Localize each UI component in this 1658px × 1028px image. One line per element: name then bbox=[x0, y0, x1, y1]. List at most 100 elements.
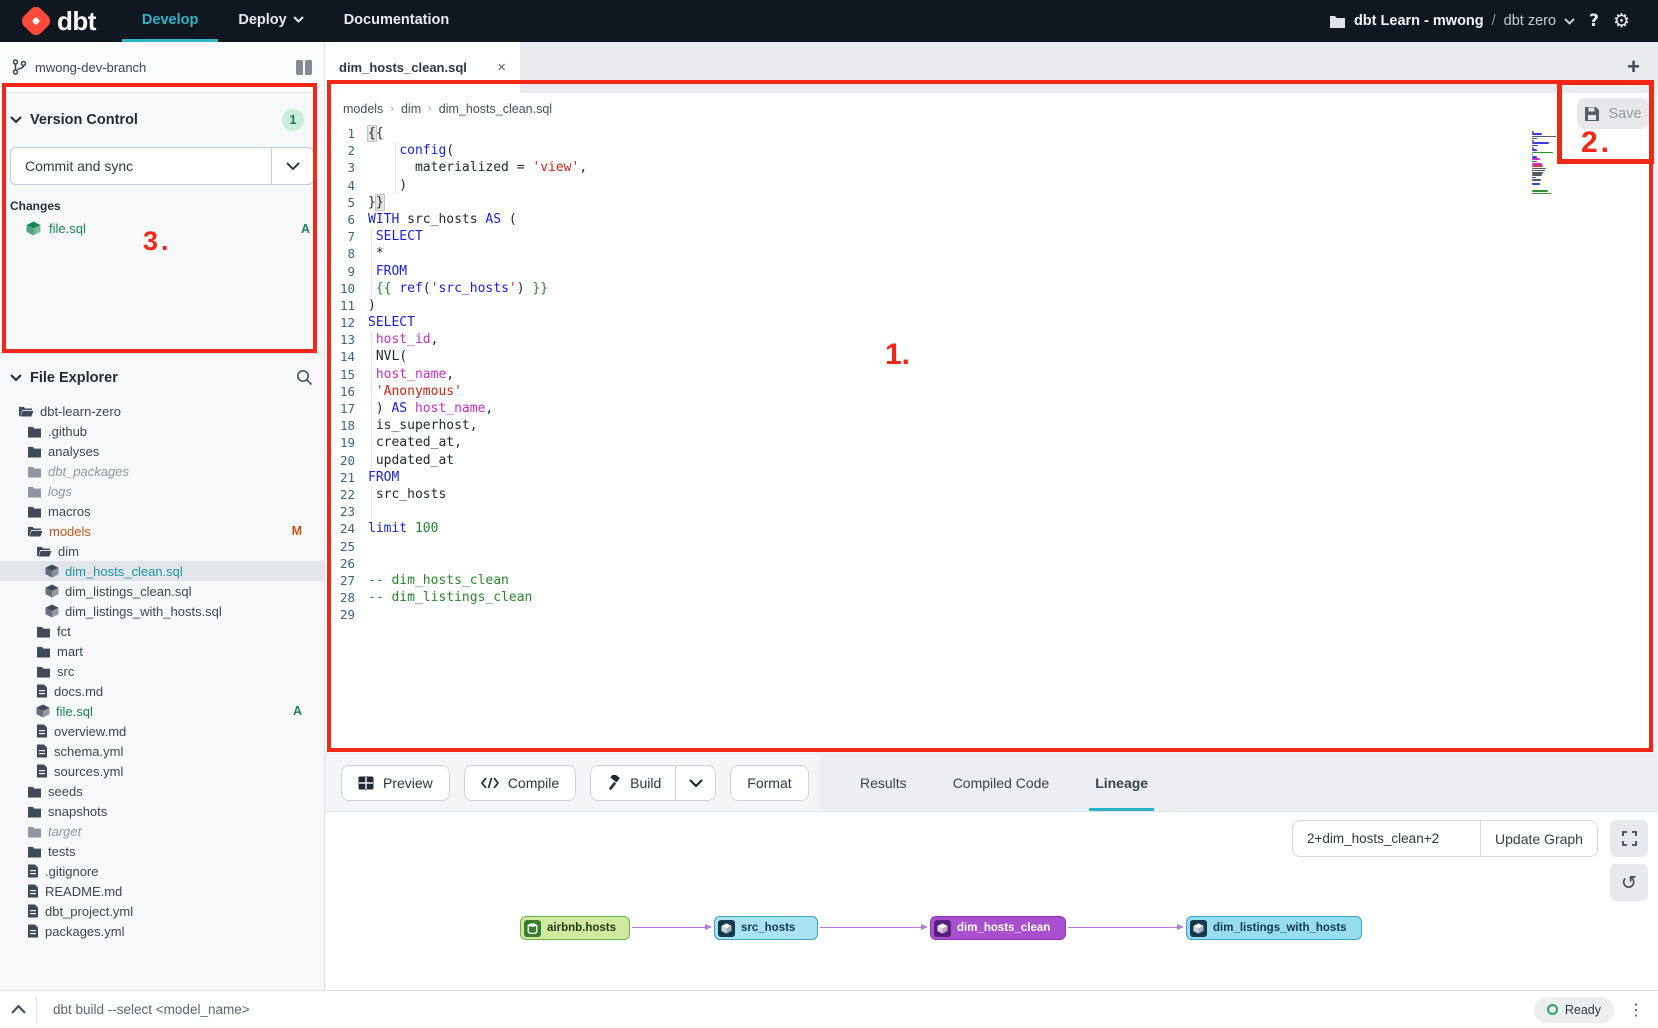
format-button[interactable]: Format bbox=[730, 765, 808, 801]
code-line[interactable]: 10 {{ ref('src_hosts') }} bbox=[325, 280, 587, 297]
reset-view-button[interactable]: ↺ bbox=[1610, 864, 1648, 901]
tree-item-logs[interactable]: logs bbox=[0, 481, 324, 501]
tab-compiled-code[interactable]: Compiled Code bbox=[953, 755, 1050, 811]
breadcrumb-item[interactable]: models bbox=[343, 102, 383, 116]
version-control-header[interactable]: Version Control 1 bbox=[0, 93, 324, 141]
tree-item-overview-md[interactable]: overview.md bbox=[0, 721, 324, 741]
update-graph-button[interactable]: Update Graph bbox=[1480, 820, 1598, 857]
code-line[interactable]: 27-- dim_hosts_clean bbox=[325, 572, 587, 589]
tree-item-dbt-project-yml[interactable]: dbt_project.yml bbox=[0, 901, 324, 921]
compile-button-label: Compile bbox=[508, 775, 559, 791]
code-line[interactable]: 12SELECT bbox=[325, 314, 587, 331]
code-editor[interactable]: 1{{2 config(3 materialized = 'view',4 )5… bbox=[325, 125, 587, 623]
code-line[interactable]: 18 is_superhost, bbox=[325, 417, 587, 434]
commit-options-caret[interactable] bbox=[271, 148, 313, 184]
code-line[interactable]: 3 materialized = 'view', bbox=[325, 159, 587, 176]
nav-documentation[interactable]: Documentation bbox=[324, 0, 470, 42]
code-line[interactable]: 6WITH src_hosts AS ( bbox=[325, 211, 587, 228]
compile-button[interactable]: Compile bbox=[464, 765, 576, 801]
tree-item-macros[interactable]: macros bbox=[0, 501, 324, 521]
code-line[interactable]: 15 host_name, bbox=[325, 366, 587, 383]
code-line[interactable]: 28-- dim_listings_clean bbox=[325, 589, 587, 606]
code-line[interactable]: 25 bbox=[325, 538, 587, 555]
file-explorer-header[interactable]: File Explorer bbox=[0, 355, 325, 394]
lineage-node-dim-listings-with-hosts[interactable]: dim_listings_with_hosts bbox=[1186, 916, 1362, 940]
tree-item-seeds[interactable]: seeds bbox=[0, 781, 324, 801]
settings-gear-button[interactable]: ⚙ bbox=[1613, 10, 1630, 32]
search-icon[interactable] bbox=[296, 369, 313, 386]
code-line[interactable]: 22 src_hosts bbox=[325, 486, 587, 503]
code-line[interactable]: 5}} bbox=[325, 194, 587, 211]
tree-item-docs-md[interactable]: docs.md bbox=[0, 681, 324, 701]
lineage-filter-input[interactable] bbox=[1292, 820, 1480, 857]
code-line[interactable]: 8 * bbox=[325, 245, 587, 262]
code-line[interactable]: 13 host_id, bbox=[325, 331, 587, 348]
tree-item-snapshots[interactable]: snapshots bbox=[0, 801, 324, 821]
code-line[interactable]: 1{{ bbox=[325, 125, 587, 142]
code-line[interactable]: 11) bbox=[325, 297, 587, 314]
code-line[interactable]: 21FROM bbox=[325, 469, 587, 486]
code-line[interactable]: 2 config( bbox=[325, 142, 587, 159]
nav-deploy[interactable]: Deploy bbox=[218, 0, 323, 42]
save-button[interactable]: Save bbox=[1577, 98, 1649, 129]
tree-item-sources-yml[interactable]: sources.yml bbox=[0, 761, 324, 781]
collapse-panel-button[interactable] bbox=[0, 1005, 36, 1014]
dbt-logo[interactable]: dbt bbox=[0, 0, 122, 42]
tree-item-tests[interactable]: tests bbox=[0, 841, 324, 861]
code-line[interactable]: 20 updated_at bbox=[325, 452, 587, 469]
tree-item--github[interactable]: .github bbox=[0, 421, 324, 441]
help-button[interactable]: ? bbox=[1589, 11, 1599, 31]
tab-lineage[interactable]: Lineage bbox=[1095, 755, 1148, 811]
lineage-node-src-hosts[interactable]: src_hosts bbox=[714, 916, 818, 940]
breadcrumb-item[interactable]: dim_hosts_clean.sql bbox=[439, 102, 552, 116]
nav-develop[interactable]: Develop bbox=[122, 0, 218, 42]
editor-minimap[interactable] bbox=[1532, 131, 1558, 197]
tab-dim-hosts-clean[interactable]: dim_hosts_clean.sql × bbox=[325, 42, 520, 93]
lineage-node-airbnb-hosts[interactable]: airbnb.hosts bbox=[520, 916, 630, 940]
new-tab-button[interactable]: + bbox=[1627, 54, 1640, 80]
breadcrumb-item[interactable]: dim bbox=[401, 102, 421, 116]
build-options-caret[interactable] bbox=[675, 766, 715, 800]
tree-item-schema-yml[interactable]: schema.yml bbox=[0, 741, 324, 761]
command-input[interactable]: dbt build --select <model_name> bbox=[53, 1002, 1534, 1017]
code-line[interactable]: 29 bbox=[325, 606, 587, 623]
build-button[interactable]: Build bbox=[591, 766, 675, 800]
tree-item-file-sql[interactable]: file.sqlA bbox=[0, 701, 324, 721]
commit-and-sync-button[interactable]: Commit and sync bbox=[10, 147, 314, 185]
split-view-icon[interactable] bbox=[296, 60, 312, 75]
code-line[interactable]: 4 ) bbox=[325, 177, 587, 194]
project-switcher[interactable]: dbt Learn - mwong / dbt zero bbox=[1329, 13, 1575, 29]
tree-item-dim-listings-clean-sql[interactable]: dim_listings_clean.sql bbox=[0, 581, 324, 601]
code-line[interactable]: 17 ) AS host_name, bbox=[325, 400, 587, 417]
code-line[interactable]: 19 created_at, bbox=[325, 434, 587, 451]
code-line[interactable]: 9 FROM bbox=[325, 263, 587, 280]
tree-item-dim-listings-with-hosts-sql[interactable]: dim_listings_with_hosts.sql bbox=[0, 601, 324, 621]
code-line[interactable]: 24limit 100 bbox=[325, 520, 587, 537]
lineage-node-dim-hosts-clean[interactable]: dim_hosts_clean bbox=[930, 916, 1066, 940]
code-line[interactable]: 26 bbox=[325, 555, 587, 572]
changed-file-row[interactable]: file.sql A bbox=[0, 217, 324, 240]
code-line[interactable]: 23 bbox=[325, 503, 587, 520]
preview-button[interactable]: Preview bbox=[341, 765, 450, 801]
code-line[interactable]: 14 NVL( bbox=[325, 348, 587, 365]
kebab-menu-icon[interactable]: ⋮ bbox=[1628, 1000, 1644, 1020]
tree-item-models[interactable]: modelsM bbox=[0, 521, 324, 541]
tree-item-packages-yml[interactable]: packages.yml bbox=[0, 921, 324, 941]
tree-item-target[interactable]: target bbox=[0, 821, 324, 841]
code-line[interactable]: 16 'Anonymous' bbox=[325, 383, 587, 400]
tree-item-dim[interactable]: dim bbox=[0, 541, 324, 561]
close-icon[interactable]: × bbox=[497, 59, 506, 76]
code-line[interactable]: 7 SELECT bbox=[325, 228, 587, 245]
tree-item-fct[interactable]: fct bbox=[0, 621, 324, 641]
lineage-canvas[interactable]: Update Graph ↺ airbnb.hosts src_hosts dim_… bbox=[325, 812, 1658, 990]
tree-item--gitignore[interactable]: .gitignore bbox=[0, 861, 324, 881]
tree-item-mart[interactable]: mart bbox=[0, 641, 324, 661]
tree-item-dbt-learn-zero[interactable]: dbt-learn-zero bbox=[0, 401, 324, 421]
tree-item-dbt-packages[interactable]: dbt_packages bbox=[0, 461, 324, 481]
tab-results[interactable]: Results bbox=[860, 755, 907, 811]
fullscreen-button[interactable] bbox=[1610, 820, 1648, 857]
tree-item-dim-hosts-clean-sql[interactable]: dim_hosts_clean.sql bbox=[0, 561, 324, 581]
tree-item-src[interactable]: src bbox=[0, 661, 324, 681]
tree-item-readme-md[interactable]: README.md bbox=[0, 881, 324, 901]
tree-item-analyses[interactable]: analyses bbox=[0, 441, 324, 461]
